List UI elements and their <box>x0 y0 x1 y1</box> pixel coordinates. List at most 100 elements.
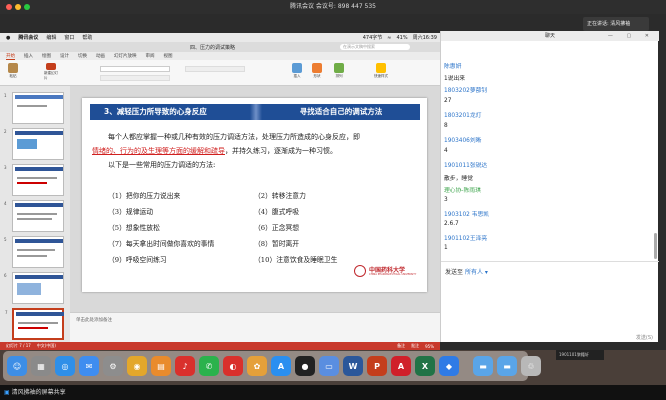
slide-header: 3、减轻压力所导致的心身反应 寻找适合自己的调试方法 <box>90 104 420 120</box>
paste-button[interactable]: 粘贴 <box>6 63 20 81</box>
chat-message: 2.6.7 <box>444 221 459 227</box>
books-icon[interactable]: ▤ <box>151 356 171 376</box>
university-logo: 中国药科大学 CHINA PHARMACEUTICAL UNIVERSITY <box>354 263 418 281</box>
netease-music-icon[interactable]: ♪ <box>175 356 195 376</box>
qq-icon[interactable]: ● <box>295 356 315 376</box>
chat-input[interactable] <box>444 275 654 330</box>
battery-percent: 41% <box>396 34 408 41</box>
mail-icon[interactable]: ✉ <box>79 356 99 376</box>
method-item: （5）想象性放松 <box>108 224 160 232</box>
chat-title: 聊天 <box>544 33 555 39</box>
launchpad-icon[interactable]: ▦ <box>31 356 51 376</box>
share-icon: ▣ <box>4 389 10 396</box>
trash-icon[interactable]: ♲ <box>521 356 541 376</box>
tab-home[interactable]: 开始 <box>6 53 15 60</box>
thumbnail-slide[interactable]: 6 <box>4 272 64 304</box>
chat-sender: 陈惠妍 <box>444 64 462 70</box>
tab-design[interactable]: 设计 <box>60 53 69 59</box>
scroll-thumb[interactable] <box>654 233 657 259</box>
send-button[interactable]: 发送(S) <box>625 334 653 342</box>
chat-message: 1 <box>444 245 448 251</box>
slide-icon <box>46 63 56 70</box>
highlighted-phrase: 情绪的、行为的及生理等方面的缓解和疏导 <box>92 147 225 155</box>
tab-view[interactable]: 视图 <box>164 53 173 59</box>
tab-review[interactable]: 审阅 <box>146 53 155 59</box>
font-select[interactable] <box>100 66 170 72</box>
zoom-dot-icon[interactable] <box>24 4 30 10</box>
word-icon[interactable]: W <box>343 356 363 376</box>
chat-scrollbar[interactable] <box>654 43 657 259</box>
ppt-search-input[interactable]: 在演示文稿中搜索 <box>340 44 410 50</box>
folder-icon[interactable]: ▬ <box>473 356 493 376</box>
tab-transitions[interactable]: 切换 <box>78 53 87 59</box>
shapes-button[interactable]: 形状 <box>310 63 324 81</box>
paragraph-line-2: 情绪的、行为的及生理等方面的缓解和疏导，并持久练习，逐渐成为一种习惯。 <box>92 146 337 156</box>
minimize-dot-icon[interactable] <box>15 4 21 10</box>
chat-sender: 理心协-陈雨琪 <box>444 188 481 194</box>
excel-icon[interactable]: X <box>415 356 435 376</box>
thumbnail-slide[interactable]: 3 <box>4 164 64 196</box>
wechat-icon[interactable]: ✆ <box>199 356 219 376</box>
menu-item-app[interactable]: 腾讯会议 <box>18 34 38 41</box>
thumbnail-slide[interactable]: 2 <box>4 128 64 160</box>
chat-sender: 1903406刘晰 <box>444 138 482 144</box>
tab-insert[interactable]: 插入 <box>24 53 33 59</box>
comments-button[interactable]: 批注 <box>411 343 419 349</box>
netease-icon[interactable]: ◐ <box>223 356 243 376</box>
slide-heading-left: 3、减轻压力所导致的心身反应 <box>90 104 250 120</box>
new-slide-button[interactable]: 新建幻灯片 <box>44 63 58 81</box>
menu-item-edit[interactable]: 编辑 <box>46 34 56 41</box>
language-indicator[interactable]: 中文(中国) <box>37 343 56 349</box>
chat-window-controls[interactable]: — ▢ ✕ <box>608 31 655 41</box>
menu-item-help[interactable]: 帮助 <box>82 34 92 41</box>
chat-sender: 1803201龙灯 <box>444 113 482 119</box>
chat-message: 1说出来 <box>444 76 466 82</box>
thumbnail-slide[interactable]: 1 <box>4 92 64 124</box>
paragraph-buttons[interactable] <box>185 66 245 72</box>
apple-icon[interactable]: ● <box>6 35 10 41</box>
menubar-status: 474字节 ≈ 41% 周六16:39 <box>340 33 440 42</box>
powerpoint-icon[interactable]: P <box>367 356 387 376</box>
tab-animations[interactable]: 动画 <box>96 53 105 59</box>
chat-panel: 聊天 — ▢ ✕ 陈惠妍 1说出来 1803202萝蔀钊 27 1803201龙… <box>440 31 659 342</box>
insert-button[interactable]: 插入 <box>290 63 304 81</box>
finder-icon[interactable]: ☺ <box>7 356 27 376</box>
photo-icon[interactable]: ✿ <box>247 356 267 376</box>
clock[interactable]: 周六16:39 <box>413 34 437 41</box>
menu-item-window[interactable]: 窗口 <box>64 34 74 41</box>
quick-styles-button[interactable]: 快速样式 <box>374 63 388 81</box>
screen-share-bar: ▣ 清风拂袖的屏幕共享 <box>0 385 666 400</box>
university-seal-icon <box>354 265 366 277</box>
acrobat-icon[interactable]: A <box>391 356 411 376</box>
network-speed: 474字节 <box>362 35 383 41</box>
tencent-meeting-icon[interactable]: ◆ <box>439 356 459 376</box>
thumbnail-slide-current[interactable]: 7 <box>5 308 64 340</box>
format-buttons[interactable] <box>100 75 170 81</box>
notes-pane[interactable]: 单击此处添加备注 <box>70 312 440 342</box>
tab-slideshow[interactable]: 幻灯片放映 <box>114 53 137 59</box>
mini-video-label[interactable]: 1901101黎籍轩 <box>556 350 604 360</box>
paragraph-intro: 以下是一些常用的压力调适的方法: <box>108 161 216 169</box>
app-store-icon[interactable]: A <box>271 356 291 376</box>
safari-icon[interactable]: ◎ <box>55 356 75 376</box>
thumbnail-slide[interactable]: 4 <box>4 200 64 232</box>
university-name-en: CHINA PHARMACEUTICAL UNIVERSITY <box>369 273 417 276</box>
chat-sender: 1903102 韦思凯 <box>444 212 490 218</box>
thumbnail-slide[interactable]: 5 <box>4 236 64 268</box>
zoom-level[interactable]: 95% <box>425 344 434 349</box>
finder-window-icon[interactable]: ▭ <box>319 356 339 376</box>
method-item: （8）暂时离开 <box>254 240 300 248</box>
chat-titlebar: 聊天 — ▢ ✕ <box>441 31 659 41</box>
folder2-icon[interactable]: ▬ <box>497 356 517 376</box>
system-preferences-icon[interactable]: ⚙ <box>103 356 123 376</box>
chat-message: 27 <box>444 98 452 104</box>
wifi-icon[interactable]: ≈ <box>387 35 391 41</box>
arrange-button[interactable]: 排列 <box>332 63 346 81</box>
chrome-icon[interactable]: ◉ <box>127 356 147 376</box>
close-dot-icon[interactable] <box>6 4 12 10</box>
header-divider <box>250 104 262 120</box>
tab-draw[interactable]: 绘图 <box>42 53 51 59</box>
speaker-toast: 正在讲话: 清风拂袖 <box>583 17 649 31</box>
slide-canvas[interactable]: 3、减轻压力所导致的心身反应 寻找适合自己的调试方法 每个人都应掌握一种或几种有… <box>82 98 427 292</box>
notes-button[interactable]: 备注 <box>397 343 405 349</box>
